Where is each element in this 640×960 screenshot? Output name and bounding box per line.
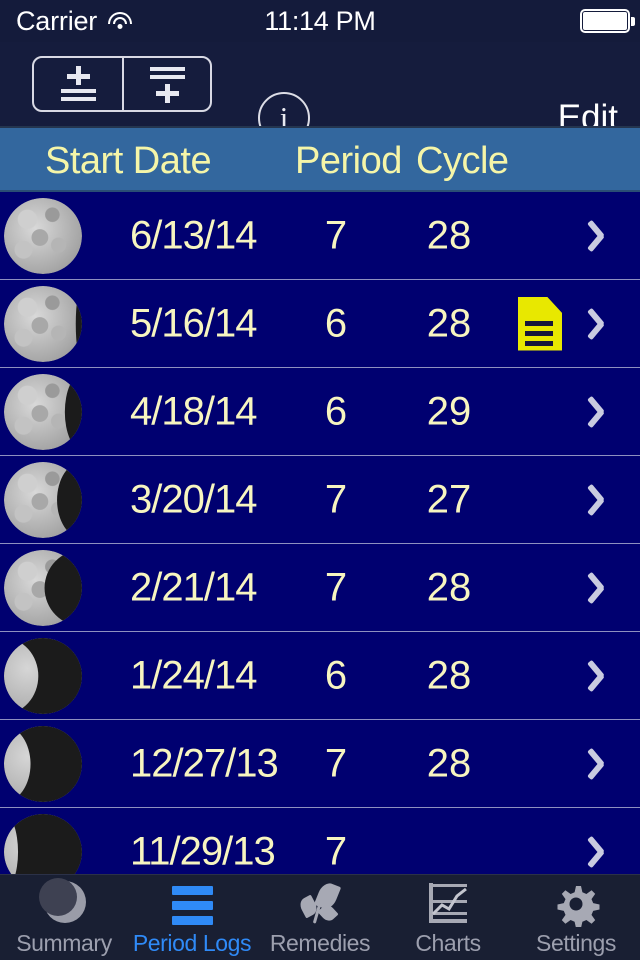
tab-label-summary: Summary (16, 930, 112, 956)
plus-over-lines-icon (55, 64, 101, 104)
chevron-right-icon[interactable] (598, 747, 618, 781)
table-row[interactable]: 12/27/13 7 28 (0, 720, 640, 808)
gear-icon (550, 880, 602, 928)
cell-period: 7 (324, 565, 348, 609)
tab-charts[interactable]: Charts (384, 875, 512, 960)
segmented-add-control[interactable] (32, 56, 212, 112)
cell-period: 6 (324, 301, 348, 345)
chevron-right-icon[interactable] (598, 219, 618, 253)
cell-start-date: 11/29/13 (130, 829, 276, 873)
period-log-list[interactable]: 6/13/14 7 28 5/16/14 6 28 4/18/14 6 29 3/20/14 7 27… (0, 192, 640, 874)
chevron-right-icon[interactable] (598, 835, 618, 869)
moon-phase-icon (4, 726, 82, 802)
moon-phase-icon (4, 374, 82, 450)
tab-label-settings: Settings (536, 930, 616, 956)
table-row[interactable]: 5/16/14 6 28 (0, 280, 640, 368)
moon-phase-icon (4, 286, 82, 362)
note-document-icon (518, 296, 562, 351)
table-row[interactable]: 3/20/14 7 27 (0, 456, 640, 544)
add-entry-below-button[interactable] (121, 58, 210, 110)
chevron-right-icon[interactable] (598, 483, 618, 517)
status-right (580, 9, 635, 33)
moon-phase-icon (4, 198, 82, 274)
table-row[interactable]: 4/18/14 6 29 (0, 368, 640, 456)
column-header-start-date: Start Date (45, 139, 212, 182)
tab-label-period-logs: Period Logs (132, 930, 252, 956)
table-row[interactable]: 1/24/14 6 28 (0, 632, 640, 720)
moon-phase-icon (4, 462, 82, 538)
lines-over-plus-icon (144, 64, 190, 104)
table-row[interactable]: 11/29/13 7 (0, 808, 640, 874)
cell-cycle: 28 (426, 565, 472, 609)
tab-label-remedies: Remedies (269, 930, 371, 956)
column-header-cycle: Cycle (416, 139, 509, 182)
cell-period: 7 (324, 477, 348, 521)
chevron-right-icon[interactable] (598, 395, 618, 429)
cell-period: 7 (324, 741, 348, 785)
tab-period-logs[interactable]: Period Logs (128, 875, 256, 960)
cell-period: 6 (324, 389, 348, 433)
moon-phase-icon (4, 814, 82, 874)
chevron-right-icon[interactable] (598, 571, 618, 605)
cell-cycle: 27 (426, 477, 472, 521)
add-entry-above-button[interactable] (34, 58, 122, 110)
cell-start-date: 6/13/14 (130, 213, 257, 257)
app-root: Carrier 11:14 PM i Edit Start Date Perio… (0, 0, 640, 960)
tab-label-charts: Charts (415, 930, 481, 956)
line-chart-icon (422, 880, 474, 928)
table-header: Start Date Period Cycle (0, 126, 640, 192)
cell-start-date: 12/27/13 (130, 741, 279, 785)
column-header-period: Period (295, 139, 402, 182)
status-time: 11:14 PM (264, 5, 376, 36)
cell-cycle: 28 (426, 741, 472, 785)
moon-phase-icon (4, 638, 82, 714)
cell-period: 6 (324, 653, 348, 697)
leaf-icon (294, 880, 346, 928)
cell-cycle: 29 (426, 389, 472, 433)
table-row[interactable]: 2/21/14 7 28 (0, 544, 640, 632)
tab-settings[interactable]: Settings (512, 875, 640, 960)
status-bar: Carrier 11:14 PM (0, 0, 640, 42)
cell-start-date: 4/18/14 (130, 389, 257, 433)
chevron-right-icon[interactable] (598, 307, 618, 341)
list-bars-icon (166, 880, 218, 928)
cell-cycle: 28 (426, 213, 472, 257)
cell-start-date: 5/16/14 (130, 301, 257, 345)
cell-period: 7 (324, 213, 348, 257)
moon-phase-icon (4, 550, 82, 626)
table-row[interactable]: 6/13/14 7 28 (0, 192, 640, 280)
tab-bar: Summary Period Logs Remedies Charts Sett… (0, 874, 640, 960)
chevron-right-icon[interactable] (598, 659, 618, 693)
cell-cycle: 28 (426, 653, 472, 697)
cell-cycle: 28 (426, 301, 472, 345)
cell-start-date: 1/24/14 (130, 653, 257, 697)
cell-period: 7 (324, 829, 348, 873)
cell-start-date: 2/21/14 (130, 565, 257, 609)
tab-remedies[interactable]: Remedies (256, 875, 384, 960)
cell-start-date: 3/20/14 (130, 477, 257, 521)
tab-summary[interactable]: Summary (0, 875, 128, 960)
moon-icon (38, 878, 90, 928)
battery-full-icon (580, 9, 635, 33)
nav-bar: i Edit (0, 42, 640, 144)
